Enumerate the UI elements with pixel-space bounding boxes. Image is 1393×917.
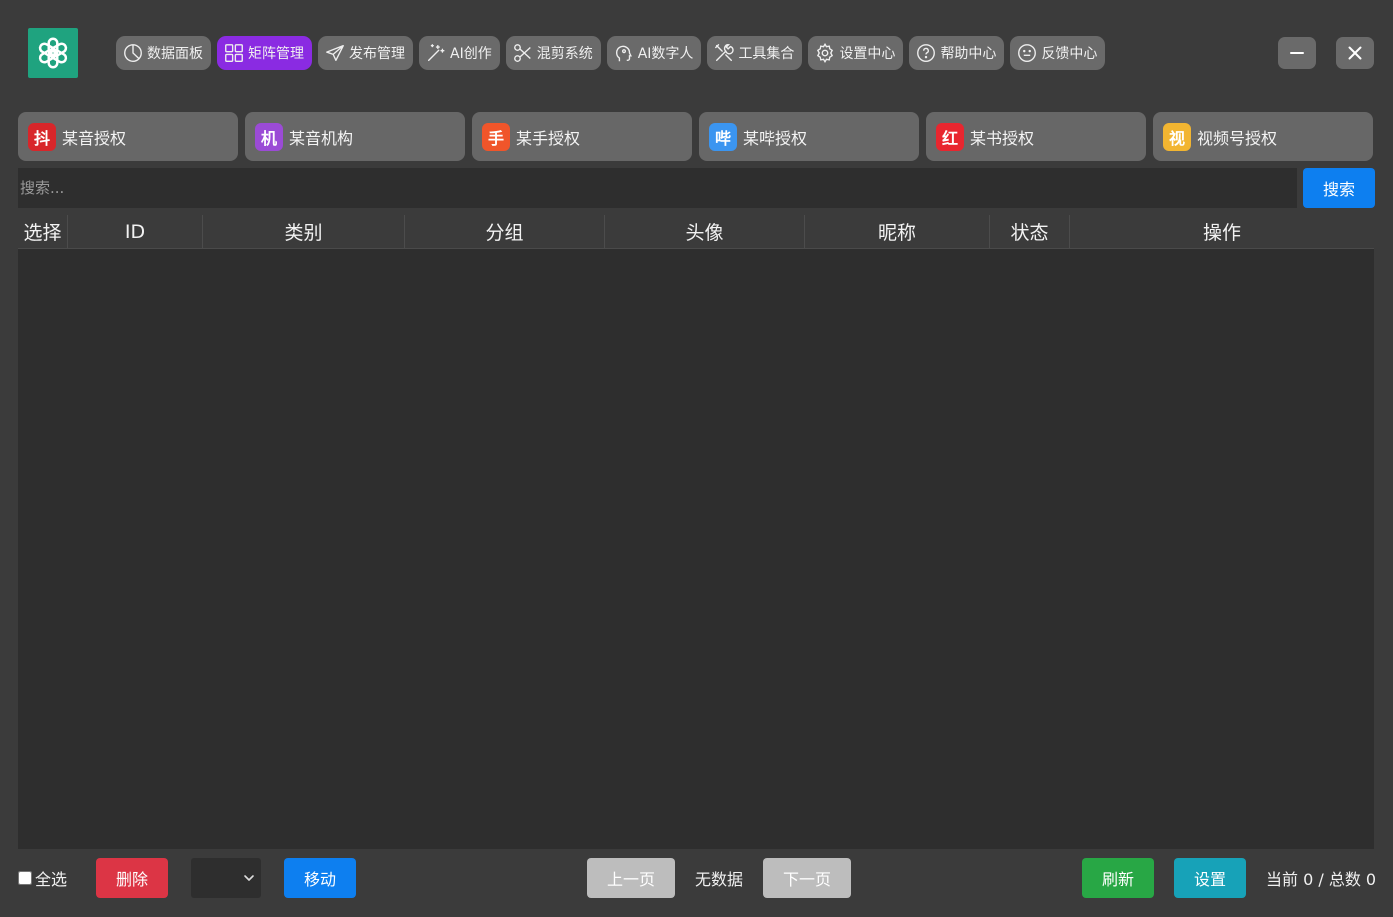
close-button[interactable] xyxy=(1336,37,1374,69)
nav-help[interactable]: 帮助中心 xyxy=(909,36,1005,70)
column-header-actions: 操作 xyxy=(1202,222,1241,244)
platform-label: 某书授权 xyxy=(970,128,1035,148)
column-header-group: 分组 xyxy=(405,215,605,248)
platform-tab-xiaohongshu[interactable]: 红 某书授权 xyxy=(926,112,1146,161)
nav-ai-human[interactable]: AI数字人 xyxy=(606,36,702,70)
nav-label: 混剪系统 xyxy=(536,46,593,62)
nav-dashboard[interactable]: 数据面板 xyxy=(116,36,211,70)
platform-badge: 抖 xyxy=(28,122,56,151)
table-header: 选择 ID 类别 分组 头像 昵称 状态 操作 xyxy=(18,215,1374,249)
smile-icon xyxy=(1018,44,1037,62)
search-button[interactable]: 搜索 xyxy=(1303,168,1375,208)
minimize-button[interactable] xyxy=(1278,37,1316,69)
nav-label: 发布管理 xyxy=(349,46,405,62)
platform-badge: 哔 xyxy=(709,122,737,151)
select-all-label: 全选 xyxy=(35,870,68,889)
platform-tabs: 抖 某音授权 机 某音机构 手 某手授权 哔 某哔授权 红 某书授权 视 视频号… xyxy=(18,112,1373,161)
app-logo xyxy=(28,28,78,78)
prev-page-button[interactable]: 上一页 xyxy=(587,858,675,898)
gear-icon xyxy=(817,42,834,64)
top-nav: 数据面板 矩阵管理 发布管理 AI创作 混剪系统 AI数字人 工具集合 设置中心… xyxy=(116,36,1106,70)
nav-label: 工具集合 xyxy=(738,46,795,62)
nav-ai-create[interactable]: AI创作 xyxy=(419,36,500,70)
page-status: 无数据 xyxy=(695,870,744,889)
nav-publish[interactable]: 发布管理 xyxy=(318,36,413,70)
nav-label: AI数字人 xyxy=(637,46,694,62)
platform-label: 某音授权 xyxy=(62,128,127,148)
column-header-avatar: 头像 xyxy=(605,215,805,248)
magic-wand-icon xyxy=(427,44,445,62)
column-header-nickname: 昵称 xyxy=(805,215,990,248)
nav-label: 设置中心 xyxy=(839,46,896,62)
platform-label: 某哔授权 xyxy=(743,128,808,148)
scissors-icon xyxy=(513,44,531,62)
send-icon xyxy=(326,44,344,62)
column-header-category: 类别 xyxy=(203,215,405,248)
platform-tab-shipinhao[interactable]: 视 视频号授权 xyxy=(1153,112,1373,161)
platform-tab-kuaishou[interactable]: 手 某手授权 xyxy=(472,112,692,161)
nav-tools[interactable]: 工具集合 xyxy=(707,36,803,70)
nav-label: 帮助中心 xyxy=(940,46,997,62)
grid-icon xyxy=(225,44,243,62)
platform-badge: 手 xyxy=(482,122,510,151)
openai-knot-icon xyxy=(38,37,68,69)
close-icon xyxy=(1348,46,1362,60)
column-header-id: ID xyxy=(68,215,203,248)
nav-matrix[interactable]: 矩阵管理 xyxy=(217,36,312,70)
next-page-button[interactable]: 下一页 xyxy=(763,858,851,898)
nav-feedback[interactable]: 反馈中心 xyxy=(1010,36,1106,70)
head-icon xyxy=(615,45,632,62)
select-all-input[interactable] xyxy=(18,871,32,885)
nav-settings[interactable]: 设置中心 xyxy=(808,36,904,70)
platform-label: 某音机构 xyxy=(289,128,354,148)
nav-label: 数据面板 xyxy=(147,46,203,62)
settings-button[interactable]: 设置 xyxy=(1174,858,1246,898)
delete-button[interactable]: 删除 xyxy=(96,858,168,898)
move-button[interactable]: 移动 xyxy=(284,858,356,898)
nav-label: 矩阵管理 xyxy=(248,46,304,62)
platform-badge: 视 xyxy=(1163,122,1191,151)
platform-badge: 机 xyxy=(255,122,283,151)
tools-icon xyxy=(715,44,735,62)
select-all-checkbox[interactable]: 全选 xyxy=(18,858,67,898)
refresh-button[interactable]: 刷新 xyxy=(1082,858,1154,898)
question-icon xyxy=(917,44,936,62)
column-header-select: 选择 xyxy=(18,215,68,248)
nav-mix-cut[interactable]: 混剪系统 xyxy=(505,36,601,70)
platform-label: 视频号授权 xyxy=(1197,128,1278,148)
platform-tab-douyin[interactable]: 抖 某音授权 xyxy=(18,112,238,161)
minimize-icon xyxy=(1290,52,1304,54)
column-header-status: 状态 xyxy=(990,215,1070,248)
group-select[interactable] xyxy=(191,858,261,898)
search-input[interactable] xyxy=(18,168,1297,208)
platform-label: 某手授权 xyxy=(516,128,581,148)
platform-tab-douyin-org[interactable]: 机 某音机构 xyxy=(245,112,465,161)
platform-tab-bilibili[interactable]: 哔 某哔授权 xyxy=(699,112,919,161)
chevron-down-icon xyxy=(244,875,254,881)
record-count: 当前 0 / 总数 0 xyxy=(1266,870,1377,889)
nav-label: AI创作 xyxy=(450,46,492,62)
nav-label: 反馈中心 xyxy=(1041,46,1098,62)
pie-chart-icon xyxy=(124,44,142,62)
platform-badge: 红 xyxy=(936,122,964,151)
table-body xyxy=(18,249,1374,849)
